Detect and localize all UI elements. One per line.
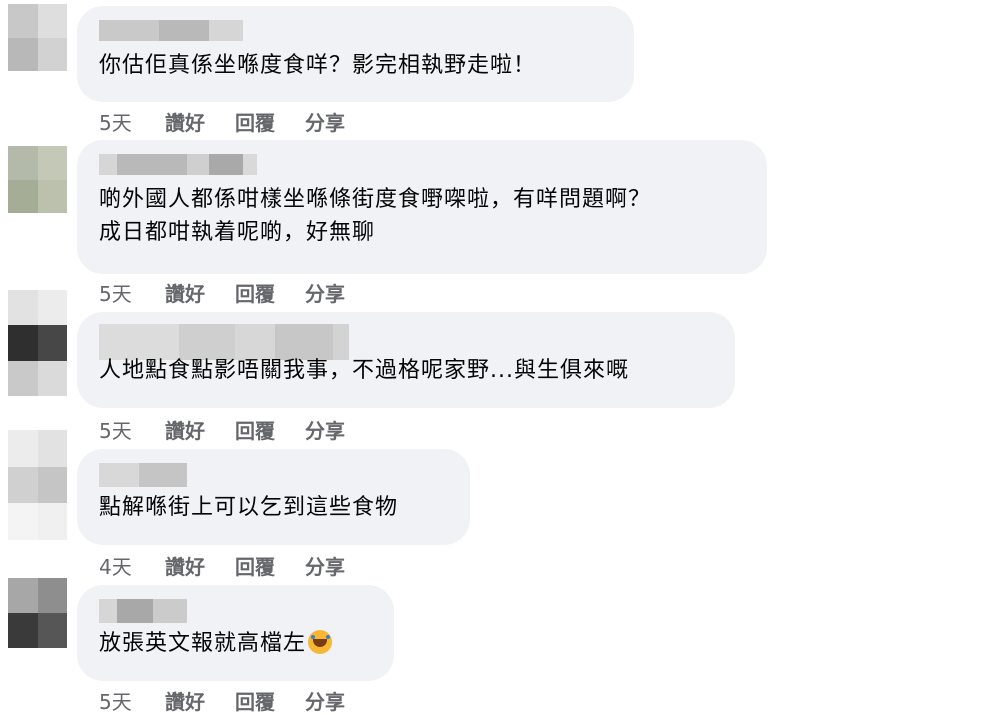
reply-button[interactable]: 回覆 — [235, 686, 275, 715]
share-button[interactable]: 分享 — [305, 278, 345, 307]
rolling-laughing-emoji-icon — [308, 630, 333, 654]
avatar[interactable] — [8, 290, 67, 396]
comment-time[interactable]: 5天 — [99, 686, 165, 715]
commenter-name[interactable] — [99, 154, 745, 175]
comment-actions: 5天 讚好 回覆 分享 — [99, 686, 375, 715]
comment-bubble: 你估佢真係坐喺度食咩？影完相執野走啦！ — [77, 6, 634, 102]
reply-button[interactable]: 回覆 — [235, 107, 275, 136]
reply-button[interactable]: 回覆 — [235, 278, 275, 307]
reply-button[interactable]: 回覆 — [235, 415, 275, 444]
like-button[interactable]: 讚好 — [165, 107, 205, 136]
comment-bubble: 放張英文報就高檔左 — [77, 585, 394, 681]
avatar[interactable] — [8, 4, 67, 71]
comment-text: 啲外國人都係咁樣坐喺條街度食嘢㗎啦，有咩問題啊？ 成日都咁執着呢啲，好無聊 — [99, 183, 745, 249]
comment-actions: 5天 讚好 回覆 分享 — [99, 278, 375, 307]
comment-time[interactable]: 5天 — [99, 107, 165, 136]
reply-button[interactable]: 回覆 — [235, 551, 275, 580]
comment-bubble: 啲外國人都係咁樣坐喺條街度食嘢㗎啦，有咩問題啊？ 成日都咁執着呢啲，好無聊 — [77, 140, 767, 274]
comment-text: 點解喺街上可以乞到這些食物 — [99, 495, 399, 520]
comment-time[interactable]: 5天 — [99, 278, 165, 307]
comment-bubble: 點解喺街上可以乞到這些食物 — [77, 449, 470, 545]
comment-bubble: 人地點食點影唔關我事，不過格呢家野...與生俱來嘅 — [77, 312, 735, 408]
like-button[interactable]: 讚好 — [165, 415, 205, 444]
commenter-name[interactable] — [99, 599, 372, 623]
comment-text: 人地點食點影唔關我事，不過格呢家野...與生俱來嘅 — [99, 358, 629, 383]
comment-text-line: 放張英文報就高檔左 — [99, 631, 307, 656]
share-button[interactable]: 分享 — [305, 107, 345, 136]
comment-text-line: 啲外國人都係咁樣坐喺條街度食嘢㗎啦，有咩問題啊？ — [99, 187, 652, 212]
like-button[interactable]: 讚好 — [165, 551, 205, 580]
share-button[interactable]: 分享 — [305, 686, 345, 715]
commenter-name[interactable] — [99, 20, 612, 41]
comment-actions: 4天 讚好 回覆 分享 — [99, 551, 375, 580]
comment-actions: 5天 讚好 回覆 分享 — [99, 415, 375, 444]
like-button[interactable]: 讚好 — [165, 686, 205, 715]
share-button[interactable]: 分享 — [305, 551, 345, 580]
comment-time[interactable]: 5天 — [99, 415, 165, 444]
avatar[interactable] — [8, 578, 67, 648]
comment-actions: 5天 讚好 回覆 分享 — [99, 107, 375, 136]
commenter-name[interactable] — [99, 463, 448, 487]
like-button[interactable]: 讚好 — [165, 278, 205, 307]
share-button[interactable]: 分享 — [305, 415, 345, 444]
avatar[interactable] — [8, 146, 67, 213]
comment-time[interactable]: 4天 — [99, 551, 165, 580]
comment-text: 你估佢真係坐喺度食咩？影完相執野走啦！ — [99, 53, 537, 78]
comment-text-line: 成日都咁執着呢啲，好無聊 — [99, 220, 376, 245]
comment-text: 放張英文報就高檔左 — [99, 627, 372, 660]
avatar[interactable] — [8, 430, 67, 540]
